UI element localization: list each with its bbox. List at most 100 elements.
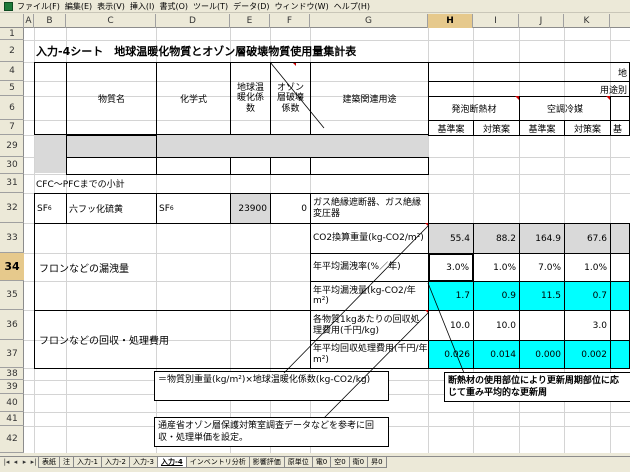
value-cell[interactable] [610, 310, 630, 341]
tab-elec[interactable]: 電0 [311, 457, 332, 468]
callout-cost-note[interactable]: 通産省オゾン層保護対策室調査データなどを参考に回収・処理単価を設定。 [154, 417, 389, 447]
column-header-a[interactable]: A [24, 14, 34, 28]
value-cell[interactable] [610, 340, 630, 369]
last-sheet-icon[interactable]: ▸| [29, 457, 38, 467]
menu-data[interactable]: データ(D) [233, 1, 269, 12]
row-header[interactable]: 2 [0, 40, 24, 62]
row-header[interactable]: 29 [0, 135, 24, 157]
value-cell[interactable]: 0.002 [564, 340, 611, 369]
tab-lift[interactable]: 昇0 [367, 457, 387, 468]
worksheet-grid[interactable]: 入力-4シート 地球温暖化物質とオゾン層破壊物質使用量集計表 物質名 化学式 地… [24, 28, 630, 453]
column-header-f[interactable]: F [270, 14, 310, 28]
sf6-odp[interactable]: 0 [270, 193, 311, 224]
column-header-e[interactable]: E [230, 14, 270, 28]
column-header-i[interactable]: I [473, 14, 519, 28]
value-cell[interactable]: 67.6 [564, 223, 611, 254]
row-header[interactable]: 36 [0, 310, 24, 340]
value-cell[interactable] [610, 281, 630, 311]
row-header[interactable]: 31 [0, 174, 24, 193]
comment-indicator[interactable] [606, 96, 610, 100]
sf6-gwp[interactable]: 23900 [230, 193, 271, 224]
value-cell[interactable] [610, 253, 630, 282]
value-cell[interactable] [519, 310, 565, 341]
menu-help[interactable]: ヘルプ(H) [334, 1, 370, 12]
column-header-c[interactable]: C [66, 14, 156, 28]
next-sheet-icon[interactable]: ▸ [20, 457, 29, 467]
value-cell[interactable]: 1.0% [564, 253, 611, 282]
row-header[interactable]: 39 [0, 380, 24, 394]
row-header[interactable]: 37 [0, 340, 24, 368]
tab-input-1[interactable]: 入力-1 [73, 457, 102, 468]
value-cell[interactable]: 10.0 [473, 310, 520, 341]
value-cell[interactable]: 88.2 [473, 223, 520, 254]
row-header[interactable]: 42 [0, 426, 24, 453]
cell[interactable] [310, 157, 429, 175]
value-cell[interactable]: 1.7 [428, 281, 474, 311]
callout-renewal-note[interactable]: 断熱材の使用部位により更新周期部位に応じて重み平均的な更新周 [444, 372, 630, 402]
row-header[interactable]: 40 [0, 394, 24, 412]
row-header[interactable]: 7 [0, 120, 24, 135]
column-header-j[interactable]: J [519, 14, 564, 28]
column-header-g[interactable]: G [310, 14, 428, 28]
tab-air[interactable]: 空0 [330, 457, 350, 468]
comment-indicator[interactable] [515, 96, 519, 100]
value-cell[interactable]: 11.5 [519, 281, 565, 311]
tab-notes[interactable]: 注 [59, 457, 74, 468]
value-cell[interactable]: 0.9 [473, 281, 520, 311]
select-all-corner[interactable] [0, 14, 24, 28]
tab-input-3[interactable]: 入力-3 [128, 457, 158, 468]
row-header[interactable]: 6 [0, 96, 24, 120]
column-header-h[interactable]: H [428, 14, 473, 28]
value-cell[interactable]: 7.0% [519, 253, 565, 282]
menu-insert[interactable]: 挿入(I) [130, 1, 155, 12]
column-header-l[interactable] [610, 14, 630, 28]
cell[interactable] [230, 157, 271, 175]
tab-impact[interactable]: 影響評価 [248, 457, 285, 468]
tab-cover[interactable]: 表紙 [38, 457, 60, 468]
value-cell[interactable]: 1.0% [473, 253, 520, 282]
callout-formula-note[interactable]: ＝物質別重量(kg/m²)×地球温暖化係数(kg-CO2/kg) [154, 371, 389, 401]
row-header[interactable]: 4 [0, 62, 24, 81]
column-header-b[interactable]: B [34, 14, 66, 28]
menu-edit[interactable]: 編集(E) [65, 1, 92, 12]
value-cell[interactable]: 0.014 [473, 340, 520, 369]
excel-app-icon[interactable] [4, 1, 13, 11]
cell[interactable] [66, 135, 157, 158]
value-cell[interactable] [610, 223, 630, 254]
menu-tools[interactable]: ツール(T) [193, 1, 228, 12]
cell[interactable] [66, 157, 157, 175]
row-header[interactable]: 1 [0, 28, 24, 40]
value-cell[interactable]: 55.4 [428, 223, 474, 254]
cell[interactable] [156, 157, 231, 175]
prev-sheet-icon[interactable]: ◂ [11, 457, 20, 467]
value-cell[interactable]: 0.000 [519, 340, 565, 369]
row-header[interactable]: 41 [0, 412, 24, 426]
row-header[interactable]: 5 [0, 81, 24, 96]
column-header-k[interactable]: K [564, 14, 610, 28]
value-cell[interactable]: 164.9 [519, 223, 565, 254]
tab-inventory[interactable]: インベントリ分析 [185, 457, 250, 468]
active-cell[interactable]: 3.0% [428, 253, 474, 282]
value-cell[interactable]: 3.0 [564, 310, 611, 341]
tab-input-2[interactable]: 入力-2 [100, 457, 130, 468]
header-use-label: 用途別 [428, 81, 630, 97]
row-header[interactable]: 35 [0, 281, 24, 310]
row-header[interactable]: 32 [0, 193, 24, 223]
value-cell[interactable]: 0.7 [564, 281, 611, 311]
menu-file[interactable]: ファイル(F) [17, 1, 60, 12]
menu-format[interactable]: 書式(O) [159, 1, 188, 12]
tab-sanitary[interactable]: 衛0 [348, 457, 369, 468]
first-sheet-icon[interactable]: |◂ [2, 457, 11, 467]
value-cell[interactable]: 10.0 [428, 310, 474, 341]
row-header[interactable]: 33 [0, 223, 24, 253]
menu-view[interactable]: 表示(V) [97, 1, 125, 12]
row-header[interactable]: 38 [0, 368, 24, 380]
row-header[interactable]: 30 [0, 157, 24, 174]
row-header[interactable]: 34 [0, 253, 24, 281]
cell[interactable] [270, 157, 311, 175]
column-header-d[interactable]: D [156, 14, 230, 28]
tab-unit[interactable]: 原単位 [283, 457, 313, 468]
value-cell[interactable]: 0.026 [428, 340, 474, 369]
menu-window[interactable]: ウィンドウ(W) [275, 1, 329, 12]
tab-input-4[interactable]: 入力-4 [156, 457, 187, 468]
